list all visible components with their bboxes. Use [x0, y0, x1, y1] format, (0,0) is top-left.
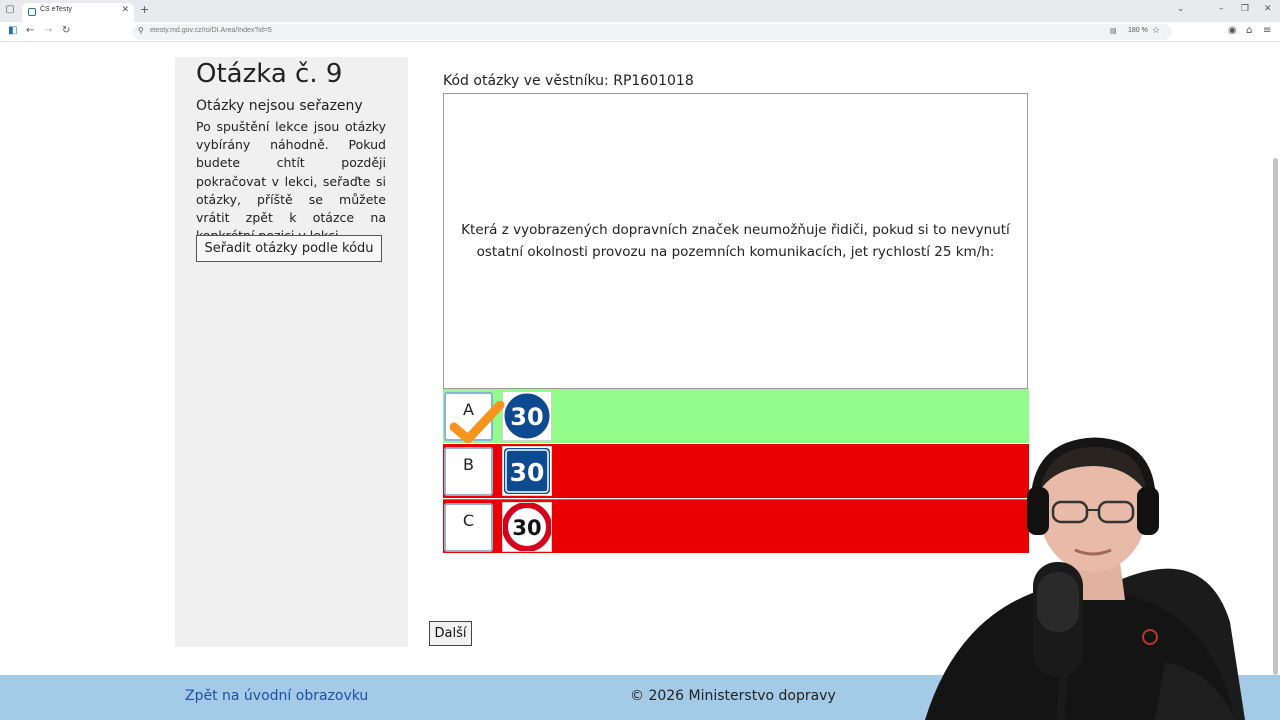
answer-letter-box[interactable]: B: [444, 447, 493, 496]
order-status-heading: Otázky nejsou seřazeny: [196, 98, 363, 114]
url-text: etesty.md.gov.cz/ro/DI.Area/Index?id=5: [150, 27, 272, 34]
answer-letter-box[interactable]: C: [444, 503, 493, 552]
minimum-speed-sign-icon: 30: [503, 392, 551, 440]
extensions-icon[interactable]: ⌂: [1246, 25, 1252, 36]
sort-by-code-button[interactable]: Seřadit otázky podle kódu: [196, 235, 382, 262]
bookmark-star-icon[interactable]: ☆: [1152, 25, 1160, 36]
restore-icon[interactable]: ❐: [1241, 4, 1249, 14]
sign-number: 30: [510, 403, 543, 431]
recommended-speed-sign-icon: 30: [504, 448, 550, 494]
back-icon[interactable]: ←: [26, 25, 34, 36]
checkmark-icon: [450, 401, 505, 443]
sign-number: 30: [512, 516, 541, 540]
tab-title: ČS eTesty: [40, 6, 72, 13]
browser-tab-bar: ▢ ČS eTesty ✕ + ⌄ – ❐ ✕: [0, 0, 1280, 22]
chevron-down-icon[interactable]: ⌄: [1177, 4, 1185, 14]
answer-letter: C: [462, 511, 475, 530]
next-button[interactable]: Další: [429, 621, 472, 646]
close-icon[interactable]: ✕: [121, 5, 129, 15]
speed-limit-sign-icon: 30: [502, 502, 552, 552]
order-status-description: Po spuštění lekce jsou otázky vybírány n…: [196, 119, 386, 243]
answer-image[interactable]: 30: [502, 502, 552, 552]
streamer-video-image: [925, 437, 1245, 720]
reload-icon[interactable]: ↻: [62, 25, 70, 36]
close-window-icon[interactable]: ✕: [1264, 4, 1272, 14]
copyright-text: © 2026 Ministerstvo dopravy: [630, 688, 836, 704]
menu-icon[interactable]: ≡: [1263, 25, 1271, 36]
zoom-level[interactable]: 180 %: [1128, 27, 1148, 34]
question-code-label: Kód otázky ve věstníku: RP1601018: [443, 73, 694, 89]
back-to-home-link[interactable]: Zpět na úvodní obrazovku: [185, 688, 368, 704]
minimize-icon[interactable]: –: [1219, 4, 1224, 14]
site-info-icon[interactable]: ⚲: [138, 26, 144, 35]
answer-image[interactable]: 30: [502, 446, 552, 496]
question-text: Která z vyobrazených dopravních značek n…: [461, 222, 1010, 260]
question-sidebar: Otázka č. 9 Otázky nejsou seřazeny Po sp…: [175, 57, 408, 647]
tab-overview-icon[interactable]: ▢: [4, 4, 16, 16]
site-favicon-icon: [28, 8, 36, 16]
answer-image[interactable]: 30: [502, 391, 552, 441]
question-number-title: Otázka č. 9: [196, 59, 343, 89]
sidebar-icon[interactable]: ◧: [8, 25, 17, 36]
reader-view-icon[interactable]: ▤: [1110, 27, 1117, 35]
browser-toolbar: ◧ ← → ↻ ⚲ etesty.md.gov.cz/ro/DI.Area/In…: [0, 22, 1280, 42]
forward-icon[interactable]: →: [44, 25, 52, 36]
sign-number: 30: [510, 458, 545, 487]
question-box: Která z vyobrazených dopravních značek n…: [443, 93, 1028, 389]
account-icon[interactable]: ◉: [1228, 25, 1237, 36]
webcam-overlay: [915, 432, 1280, 720]
address-bar[interactable]: ⚲ etesty.md.gov.cz/ro/DI.Area/Index?id=5…: [132, 24, 1172, 40]
new-tab-icon[interactable]: +: [140, 3, 149, 16]
answer-letter: B: [463, 455, 474, 474]
browser-tab[interactable]: ČS eTesty ✕: [22, 3, 134, 22]
